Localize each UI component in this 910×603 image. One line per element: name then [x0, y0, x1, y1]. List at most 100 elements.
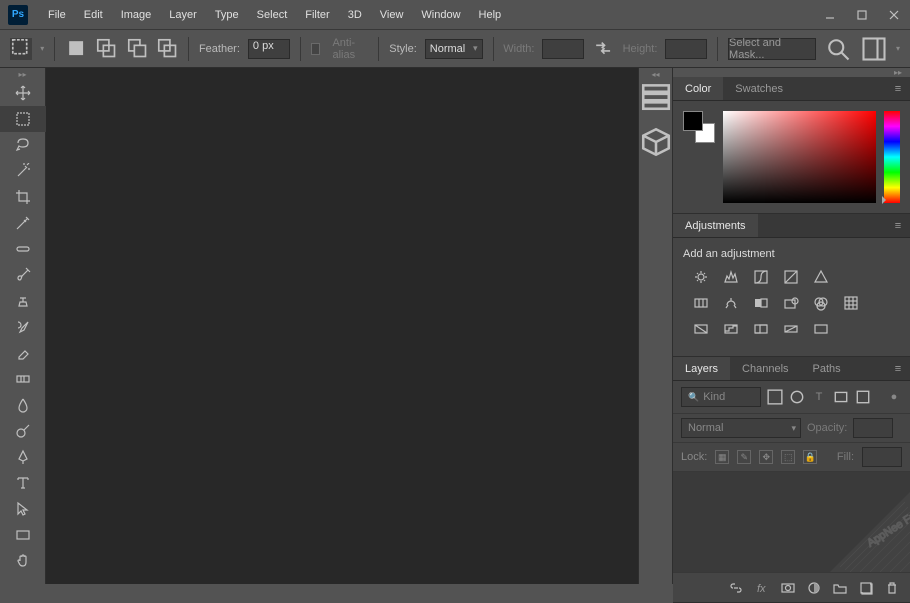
lock-transparency-icon[interactable]: ▦ — [715, 450, 729, 464]
tab-channels[interactable]: Channels — [730, 357, 800, 380]
levels-icon[interactable] — [721, 268, 741, 286]
tab-swatches[interactable]: Swatches — [723, 77, 795, 100]
tool-preset-icon[interactable] — [10, 38, 32, 60]
group-layers-icon[interactable] — [832, 580, 848, 596]
panel-menu-icon[interactable]: ≡ — [886, 77, 910, 100]
layer-filter-kind[interactable]: Kind — [681, 387, 761, 407]
layer-style-icon[interactable]: fx — [754, 580, 770, 596]
tab-adjustments[interactable]: Adjustments — [673, 214, 758, 237]
adjustment-layer-icon[interactable] — [806, 580, 822, 596]
posterize-icon[interactable] — [721, 320, 741, 338]
menu-window[interactable]: Window — [413, 5, 468, 25]
gradient-map-icon[interactable] — [781, 320, 801, 338]
intersect-selection-icon[interactable] — [156, 38, 178, 60]
selective-color-icon[interactable] — [811, 320, 831, 338]
foreground-background-swatches[interactable] — [683, 111, 715, 143]
black-white-icon[interactable] — [751, 294, 771, 312]
hue-slider[interactable] — [884, 111, 900, 203]
collapse-panels-icon[interactable]: ▸▸ — [673, 68, 910, 77]
new-selection-icon[interactable] — [65, 38, 87, 60]
invert-icon[interactable] — [691, 320, 711, 338]
clone-stamp-tool[interactable] — [0, 288, 46, 314]
lock-pixels-icon[interactable]: ✎ — [737, 450, 751, 464]
separator — [493, 37, 494, 61]
lock-all-icon[interactable]: 🔒 — [803, 450, 817, 464]
channel-mixer-icon[interactable] — [811, 294, 831, 312]
panel-menu-icon[interactable]: ≡ — [886, 357, 910, 380]
layer-mask-icon[interactable] — [780, 580, 796, 596]
exposure-icon[interactable] — [781, 268, 801, 286]
eyedropper-tool[interactable] — [0, 210, 46, 236]
brightness-contrast-icon[interactable] — [691, 268, 711, 286]
history-panel-icon[interactable] — [639, 80, 673, 112]
menu-select[interactable]: Select — [249, 5, 296, 25]
delete-layer-icon[interactable] — [884, 580, 900, 596]
rectangle-tool[interactable] — [0, 522, 46, 548]
photo-filter-icon[interactable] — [781, 294, 801, 312]
panel-menu-icon[interactable]: ≡ — [886, 214, 910, 237]
menu-image[interactable]: Image — [113, 5, 160, 25]
pen-tool[interactable] — [0, 444, 46, 470]
foreground-color-swatch[interactable] — [683, 111, 703, 131]
expand-toolbar-icon[interactable]: ▸▸ — [0, 68, 45, 80]
add-selection-icon[interactable] — [95, 38, 117, 60]
color-panel: Color Swatches ≡ — [673, 77, 910, 214]
search-icon[interactable] — [824, 38, 852, 60]
subtract-selection-icon[interactable] — [126, 38, 148, 60]
color-lookup-icon[interactable] — [841, 294, 861, 312]
tab-layers[interactable]: Layers — [673, 357, 730, 380]
feather-input[interactable]: 0 px — [248, 39, 290, 59]
filter-type-icon[interactable]: T — [811, 389, 827, 405]
crop-tool[interactable] — [0, 184, 46, 210]
color-balance-icon[interactable] — [721, 294, 741, 312]
blend-mode-select: Normal — [681, 418, 801, 438]
lock-position-icon[interactable]: ✥ — [759, 450, 773, 464]
curves-icon[interactable] — [751, 268, 771, 286]
lasso-tool[interactable] — [0, 132, 46, 158]
history-brush-tool[interactable] — [0, 314, 46, 340]
menu-layer[interactable]: Layer — [161, 5, 205, 25]
new-layer-icon[interactable] — [858, 580, 874, 596]
dodge-tool[interactable] — [0, 418, 46, 444]
filter-shape-icon[interactable] — [833, 389, 849, 405]
vibrance-icon[interactable] — [811, 268, 831, 286]
menu-3d[interactable]: 3D — [340, 5, 370, 25]
menu-help[interactable]: Help — [471, 5, 510, 25]
menu-filter[interactable]: Filter — [297, 5, 337, 25]
color-spectrum[interactable] — [723, 111, 876, 203]
lock-artboard-icon[interactable]: ⬚ — [781, 450, 795, 464]
brush-tool[interactable] — [0, 262, 46, 288]
hue-saturation-icon[interactable] — [691, 294, 711, 312]
type-tool[interactable] — [0, 470, 46, 496]
filter-adjustment-icon[interactable] — [789, 389, 805, 405]
maximize-button[interactable] — [846, 4, 878, 26]
workspace-switcher-icon[interactable] — [860, 38, 888, 60]
minimize-button[interactable] — [814, 4, 846, 26]
tab-color[interactable]: Color — [673, 77, 723, 100]
canvas-area[interactable] — [46, 68, 638, 584]
move-tool[interactable] — [0, 80, 46, 106]
menu-edit[interactable]: Edit — [76, 5, 111, 25]
marquee-tool[interactable] — [0, 106, 46, 132]
menu-file[interactable]: File — [40, 5, 74, 25]
style-select[interactable]: Normal — [425, 39, 483, 59]
layers-list[interactable]: AppNee Freeware Group — [673, 472, 910, 572]
path-selection-tool[interactable] — [0, 496, 46, 522]
blur-tool[interactable] — [0, 392, 46, 418]
link-layers-icon[interactable] — [728, 580, 744, 596]
eraser-tool[interactable] — [0, 340, 46, 366]
filter-pixel-icon[interactable] — [767, 389, 783, 405]
hand-tool[interactable] — [0, 548, 46, 574]
properties-panel-icon[interactable] — [639, 126, 673, 158]
filter-toggle-icon[interactable]: ● — [886, 389, 902, 405]
menu-view[interactable]: View — [372, 5, 412, 25]
select-and-mask-button[interactable]: Select and Mask... — [728, 38, 816, 60]
tab-paths[interactable]: Paths — [801, 357, 853, 380]
threshold-icon[interactable] — [751, 320, 771, 338]
close-button[interactable] — [878, 4, 910, 26]
filter-smart-icon[interactable] — [855, 389, 871, 405]
menu-type[interactable]: Type — [207, 5, 247, 25]
healing-brush-tool[interactable] — [0, 236, 46, 262]
magic-wand-tool[interactable] — [0, 158, 46, 184]
gradient-tool[interactable] — [0, 366, 46, 392]
